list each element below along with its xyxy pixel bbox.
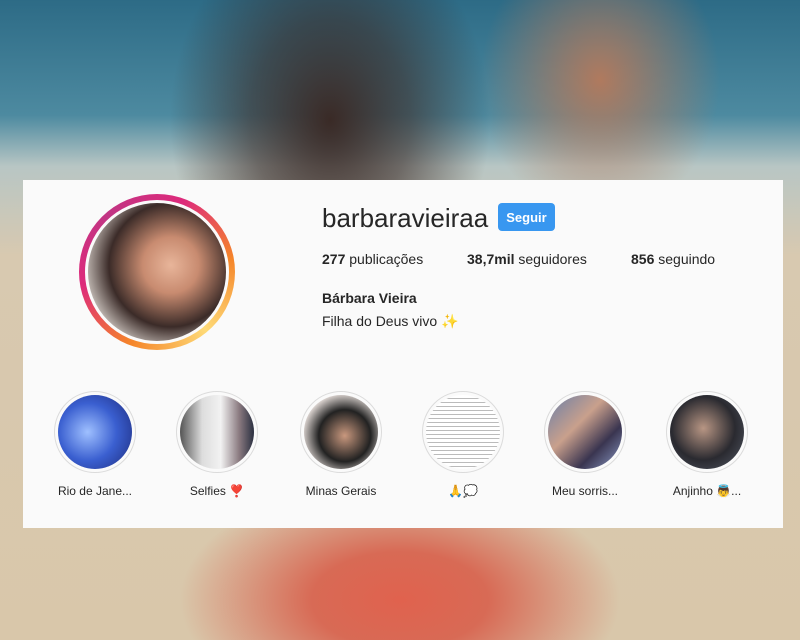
highlight-cover <box>548 395 622 469</box>
highlight-label: Minas Gerais <box>305 484 377 498</box>
highlight-cover <box>670 395 744 469</box>
following-count: 856 <box>631 251 655 267</box>
stat-posts[interactable]: 277 publicações <box>322 251 423 267</box>
highlight-item[interactable]: Rio de Jane... <box>40 391 150 498</box>
posts-label: publicações <box>349 251 424 267</box>
highlight-cover <box>304 395 378 469</box>
bio: Filha do Deus vivo ✨ <box>322 313 459 329</box>
posts-count: 277 <box>322 251 346 267</box>
highlight-cover <box>426 395 500 469</box>
username: barbaravieiraa <box>322 203 489 233</box>
highlight-item[interactable]: Minas Gerais <box>286 391 396 498</box>
highlight-item[interactable]: Meu sorris... <box>530 391 640 498</box>
highlight-item[interactable]: Anjinho 👼... <box>652 391 762 498</box>
followers-count: 38,7mil <box>467 251 515 267</box>
highlight-item[interactable]: 🙏💭 <box>408 391 518 498</box>
highlight-label: Anjinho 👼... <box>672 484 742 498</box>
highlight-label: Rio de Jane... <box>57 484 133 498</box>
followers-label: seguidores <box>518 251 587 267</box>
highlight-cover <box>58 395 132 469</box>
story-ring[interactable] <box>79 194 235 350</box>
highlight-cover <box>180 395 254 469</box>
highlight-label: Meu sorris... <box>551 484 618 498</box>
stat-following[interactable]: 856 seguindo <box>631 251 715 267</box>
highlight-item[interactable]: Selfies ❣️ <box>162 391 272 498</box>
full-name: Bárbara Vieira <box>322 290 417 306</box>
stat-followers[interactable]: 38,7mil seguidores <box>467 251 587 267</box>
highlight-label: Selfies ❣️ <box>189 484 245 498</box>
follow-button[interactable]: Seguir <box>498 203 555 231</box>
avatar[interactable] <box>85 200 229 344</box>
following-label: seguindo <box>658 251 716 267</box>
highlight-label: 🙏💭 <box>448 484 478 498</box>
